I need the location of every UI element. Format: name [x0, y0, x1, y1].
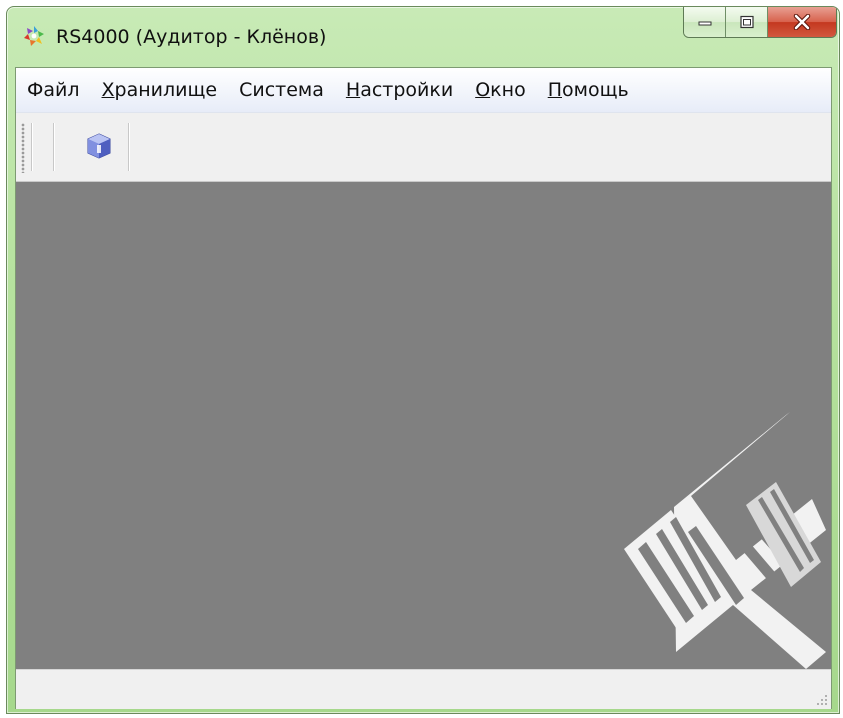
maximize-icon [739, 15, 754, 29]
minimize-icon [698, 21, 711, 26]
menu-file[interactable]: Файл [16, 73, 89, 107]
window-title: RS4000 (Аудитор - Клёнов) [56, 26, 327, 48]
toolbar-separator [31, 123, 32, 171]
status-bar [16, 669, 831, 709]
menu-system-label: Система [239, 79, 324, 101]
mdi-workspace[interactable] [16, 182, 831, 669]
toolbar [16, 113, 831, 182]
toolbar-grip[interactable] [21, 123, 25, 173]
title-bar[interactable]: RS4000 (Аудитор - Клёнов) [7, 7, 839, 59]
minimize-button[interactable] [684, 7, 726, 37]
close-icon [793, 14, 811, 30]
app-logo-icon[interactable] [23, 25, 45, 47]
app-window: RS4000 (Аудитор - Клёнов) Файл Хранилище… [6, 6, 840, 714]
storage-cube-icon[interactable] [84, 131, 114, 161]
toolbar-separator [53, 123, 54, 171]
menu-storage[interactable]: Хранилище [93, 73, 227, 107]
menu-settings[interactable]: Настройки [337, 73, 462, 107]
menu-settings-label: Настройки [345, 79, 454, 101]
menu-help[interactable]: Помощь [539, 73, 638, 107]
menu-help-label: Помощь [547, 79, 629, 101]
menu-bar: Файл Хранилище Система Настройки Окно По… [16, 68, 831, 113]
client-area: Файл Хранилище Система Настройки Окно По… [15, 67, 832, 709]
maximize-button[interactable] [726, 7, 768, 37]
close-button[interactable] [768, 7, 836, 37]
menu-file-label: Файл [27, 79, 80, 101]
toolbar-separator [128, 123, 129, 171]
menu-window[interactable]: Окно [466, 73, 535, 107]
caption-buttons [683, 7, 837, 38]
menu-system[interactable]: Система [230, 73, 333, 107]
rs4000-watermark-icon [624, 412, 826, 669]
menu-window-label: Окно [475, 79, 526, 101]
resize-grip-icon[interactable] [814, 692, 828, 706]
menu-storage-label: Хранилище [101, 79, 218, 101]
